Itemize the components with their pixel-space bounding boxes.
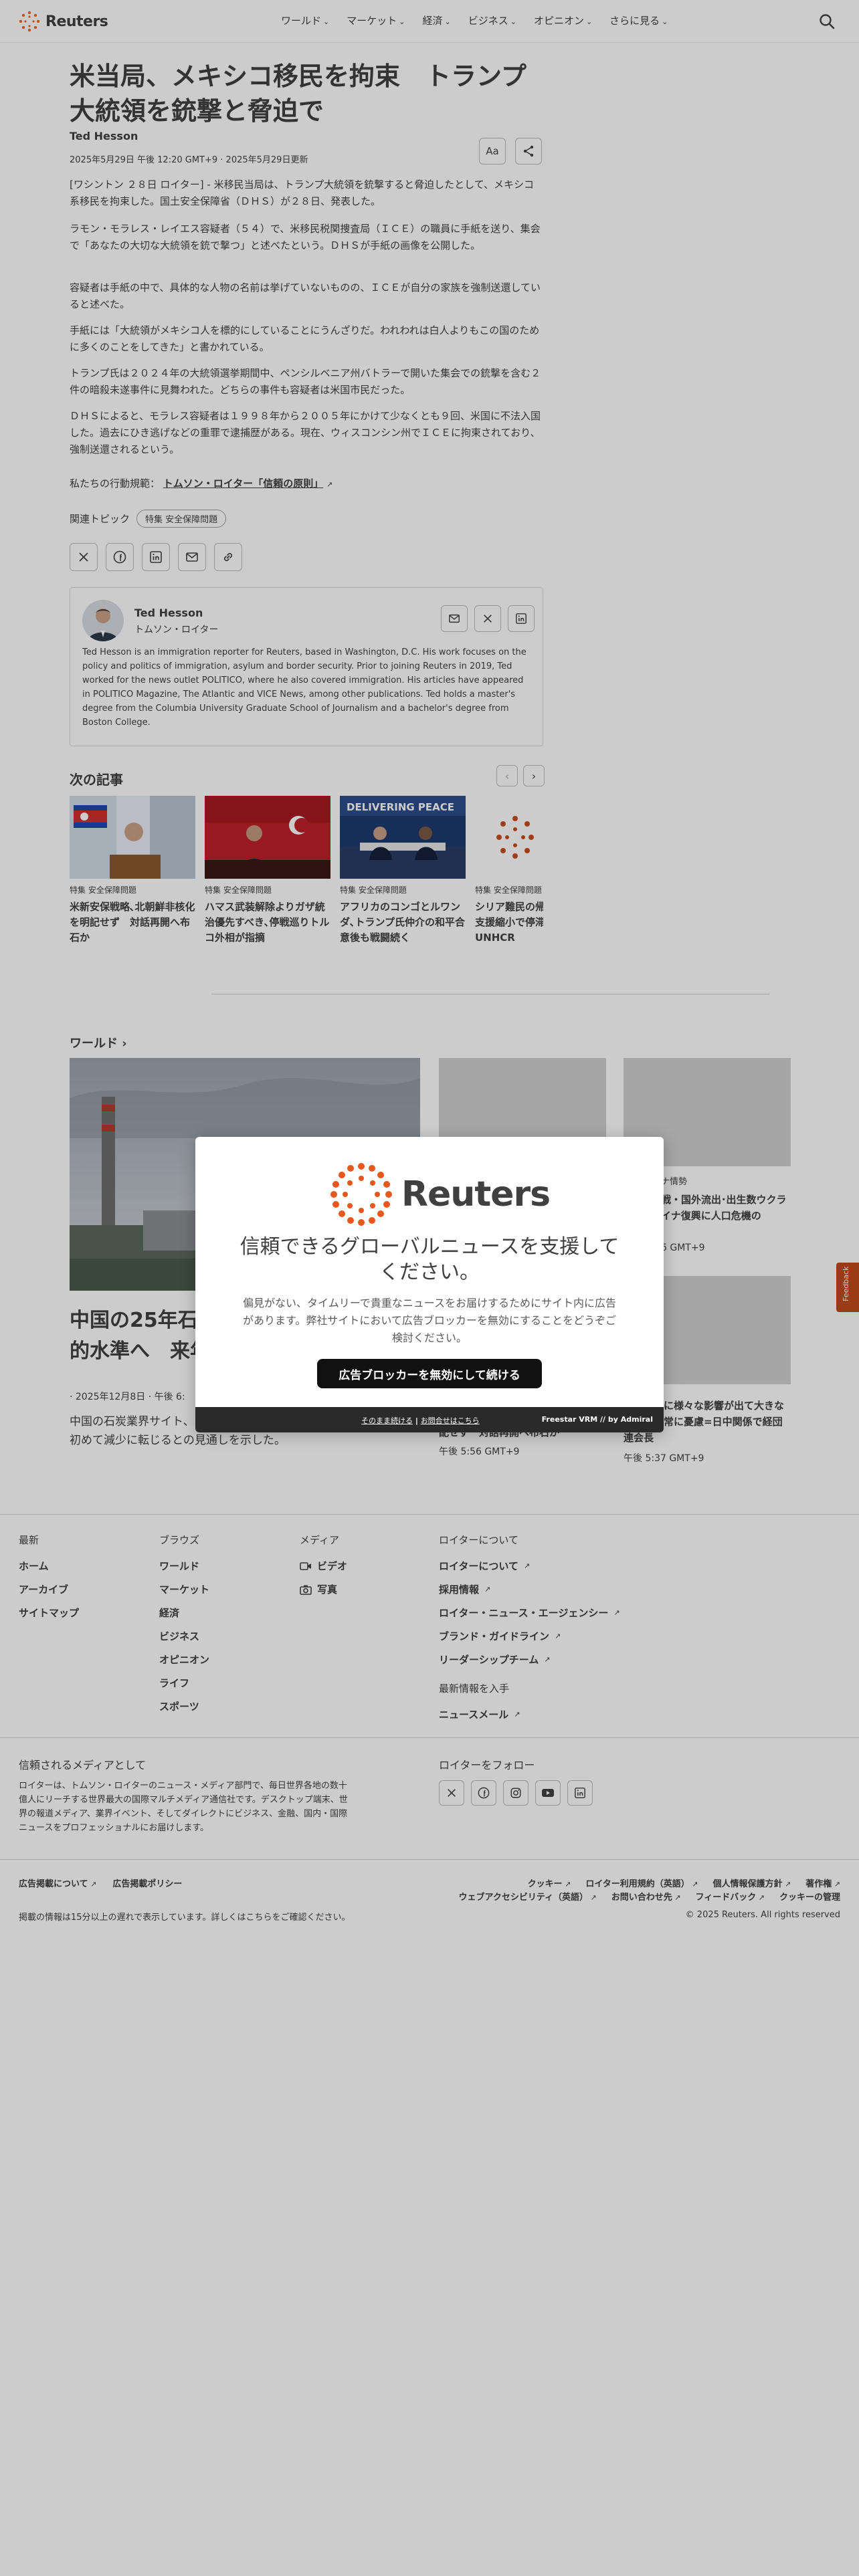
modal-logo-text: Reuters [401, 1174, 551, 1214]
reuters-logo-icon [330, 1163, 392, 1226]
contact-link[interactable]: お問合せはこちら [421, 1416, 480, 1425]
page: Reuters ワールド ⌄ マーケット ⌄ 経済 ⌄ ビジネス ⌄ オピニオン ⌄ さら… [0, 0, 859, 2576]
freestar-branding[interactable]: Freestar VRM // by Admiral [542, 1415, 653, 1424]
disable-adblocker-button[interactable]: 広告ブロッカーを無効にして続ける [317, 1359, 542, 1388]
modal-description: 偏見がない、タイムリーで貴重なニュースをお届けするためにサイト内に広告があります… [242, 1297, 617, 1344]
continue-anyway-link[interactable]: そのまま続ける [361, 1416, 413, 1425]
modal-footer: そのまま続ける | お問合せはこちら Freestar VRM // by Ad… [195, 1407, 664, 1432]
adblock-modal: Reuters 信頼できるグローバルニュースを支援してください。 偏見がない、タ… [195, 1137, 664, 1432]
modal-reuters-logo: Reuters [329, 1162, 551, 1226]
link-separator: | [413, 1416, 421, 1425]
modal-title: 信頼できるグローバルニュースを支援してください。 [240, 1235, 619, 1284]
modal-footer-links: そのまま続ける | お問合せはこちら [361, 1415, 480, 1426]
